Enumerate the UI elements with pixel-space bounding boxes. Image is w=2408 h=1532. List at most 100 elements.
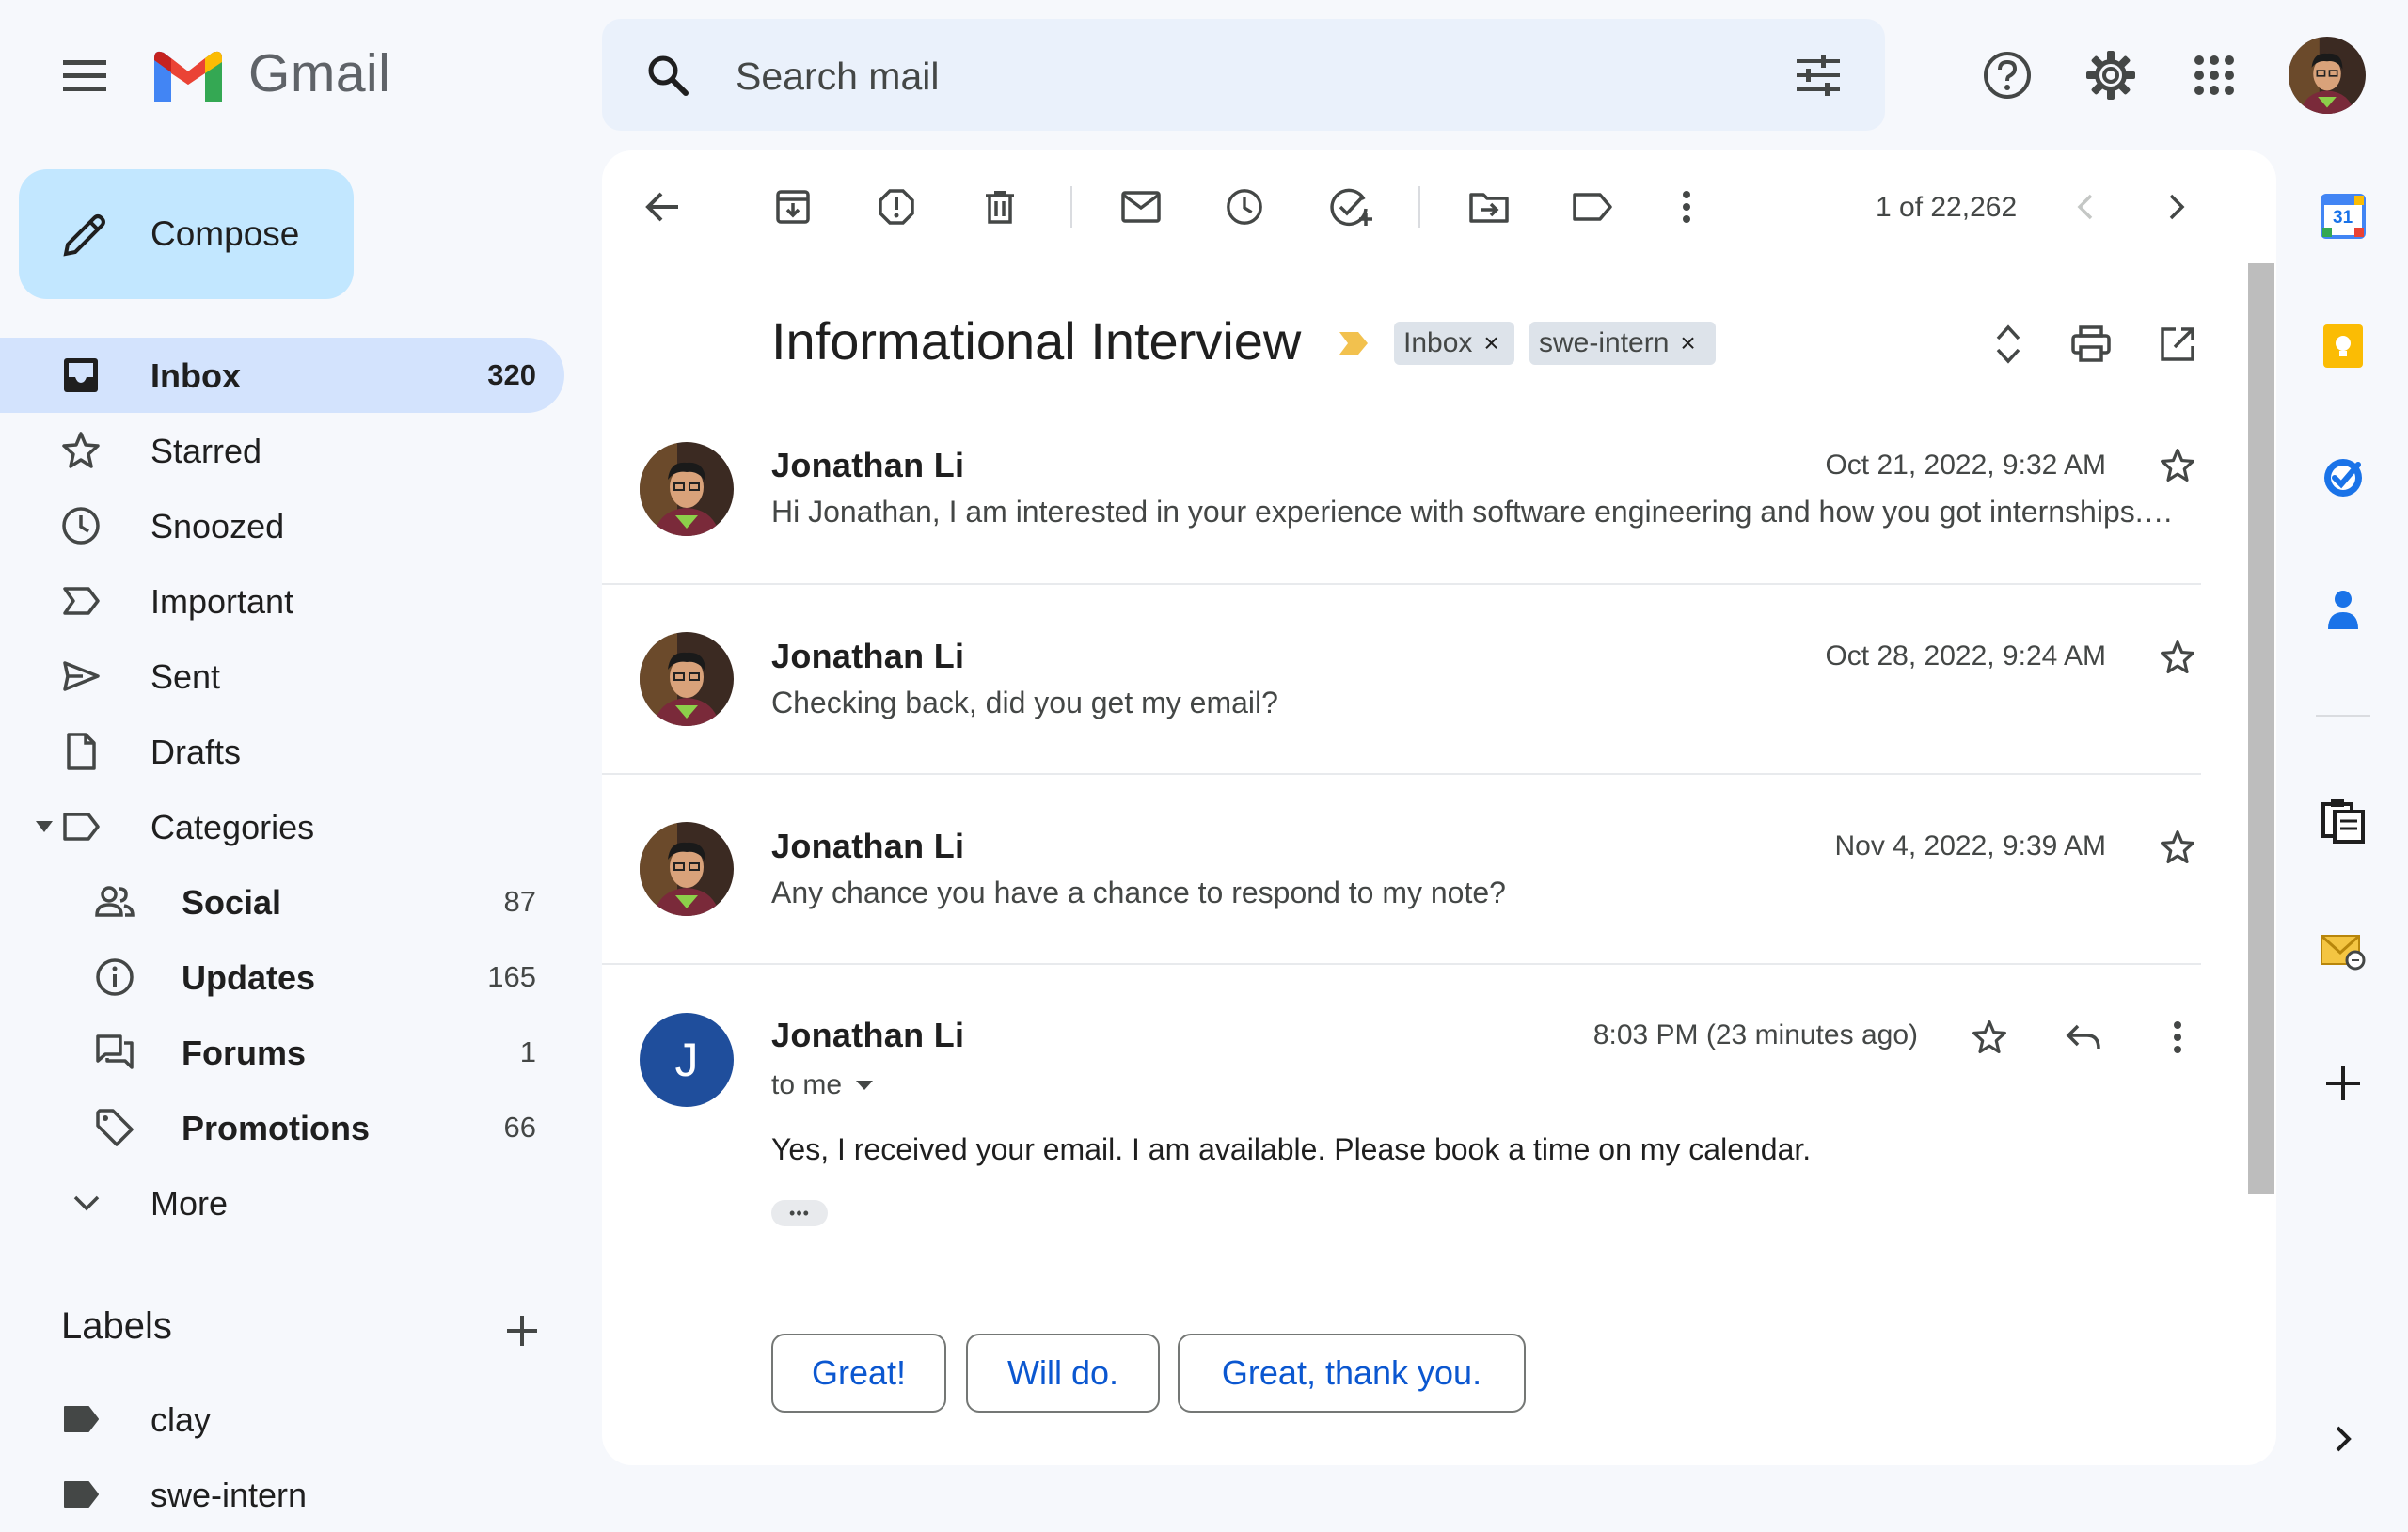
sidebar-item-more[interactable]: More xyxy=(0,1165,564,1240)
sidebar-label-clay[interactable]: clay xyxy=(0,1382,564,1457)
send-icon xyxy=(63,661,100,691)
account-avatar[interactable] xyxy=(2289,37,2366,114)
tasks-app-button[interactable] xyxy=(2319,453,2368,502)
info-icon xyxy=(96,958,134,996)
sidebar-item-updates[interactable]: Updates 165 xyxy=(0,940,564,1015)
sidebar-item-forums[interactable]: Forums 1 xyxy=(0,1015,564,1090)
sidebar-item-starred[interactable]: Starred xyxy=(0,413,564,488)
sidebar-item-drafts[interactable]: Drafts xyxy=(0,714,564,789)
labels-heading: Labels xyxy=(61,1305,172,1347)
toolbar-divider xyxy=(1418,186,1420,228)
delete-button[interactable] xyxy=(976,179,1023,235)
label-outline-icon xyxy=(63,813,100,841)
expand-all-button[interactable] xyxy=(1985,318,2032,371)
report-icon xyxy=(879,189,914,225)
clock-icon xyxy=(1227,189,1262,225)
add-to-tasks-button[interactable] xyxy=(1324,179,1377,235)
people-icon xyxy=(95,886,135,917)
scrollbar-thumb[interactable] xyxy=(2248,263,2274,1194)
sidebar-item-social[interactable]: Social 87 xyxy=(0,864,564,940)
sidebar-item-categories[interactable]: Categories xyxy=(0,789,564,864)
chevron-down-icon xyxy=(73,1195,100,1211)
collapsed-message[interactable] xyxy=(602,775,2201,963)
profile-photo-icon xyxy=(2289,37,2366,114)
search-input[interactable]: Search mail xyxy=(736,55,939,99)
star-button[interactable] xyxy=(2154,634,2201,681)
smart-reply-button[interactable]: Great! xyxy=(771,1334,946,1413)
clipboard-icon xyxy=(2321,799,2365,844)
help-icon xyxy=(1984,52,2031,99)
mark-unread-button[interactable] xyxy=(1117,179,1164,235)
show-trimmed-content-button[interactable]: ••• xyxy=(771,1200,828,1226)
search-options-button[interactable] xyxy=(1787,47,1849,103)
report-spam-button[interactable] xyxy=(873,179,920,235)
chevron-right-icon xyxy=(2336,1426,2352,1452)
avatar-letter: J xyxy=(674,1034,699,1086)
more-actions-button[interactable] xyxy=(1663,179,1710,235)
recipient-text: to me xyxy=(771,1069,843,1100)
message-snippet: Any chance you have a chance to respond … xyxy=(771,876,1506,909)
category-count: 66 xyxy=(503,1111,536,1144)
archive-button[interactable] xyxy=(769,179,816,235)
app-name: Gmail xyxy=(248,43,391,103)
main-menu-button[interactable] xyxy=(56,52,113,99)
move-to-button[interactable] xyxy=(1465,179,1513,235)
older-button[interactable] xyxy=(2156,183,2197,230)
message-date: 8:03 PM (23 minutes ago) xyxy=(1592,1019,1918,1050)
smart-reply-button[interactable]: Will do. xyxy=(966,1334,1160,1413)
settings-button[interactable] xyxy=(2083,47,2139,103)
reply-button[interactable] xyxy=(2060,1014,2107,1061)
sidebar-item-important[interactable]: Important xyxy=(0,563,564,639)
get-addons-button[interactable] xyxy=(2319,1059,2368,1108)
snooze-button[interactable] xyxy=(1221,179,1268,235)
contacts-app-button[interactable] xyxy=(2319,585,2368,634)
apps-button[interactable] xyxy=(2186,47,2242,103)
star-button[interactable] xyxy=(1966,1014,2013,1061)
newer-button[interactable] xyxy=(2065,183,2106,230)
category-count: 1 xyxy=(519,1035,536,1068)
thread-subject: Informational Interview xyxy=(771,311,1302,371)
collapsed-message[interactable] xyxy=(602,585,2201,773)
star-button[interactable] xyxy=(2154,442,2201,489)
keep-app-button[interactable] xyxy=(2319,322,2368,371)
more-vert-icon xyxy=(1683,191,1690,223)
sidebar-item-label: Snoozed xyxy=(150,507,285,545)
addon-mail-tracker-button[interactable] xyxy=(2319,927,2368,976)
expand-side-panel-button[interactable] xyxy=(2319,1414,2368,1463)
forum-icon xyxy=(96,1034,134,1069)
remove-label-icon[interactable]: × xyxy=(1483,328,1498,358)
message-more-button[interactable] xyxy=(2154,1014,2201,1061)
sidebar-item-label: Updates xyxy=(182,958,316,997)
sidebar-item-promotions[interactable]: Promotions 66 xyxy=(0,1090,564,1165)
sidebar-label-swe-intern[interactable]: swe-intern xyxy=(0,1457,564,1532)
gmail-logo[interactable]: Gmail xyxy=(150,42,395,108)
label-filled-icon xyxy=(64,1481,99,1508)
draft-file-icon xyxy=(67,733,96,770)
create-label-button-target[interactable] xyxy=(499,1307,546,1354)
support-button[interactable] xyxy=(1979,47,2036,103)
recipient-details-toggle[interactable]: to me xyxy=(771,1066,874,1104)
label-chip-swe-intern[interactable]: swe-intern × xyxy=(1529,322,1716,365)
sender-avatar xyxy=(640,822,734,916)
label-chip-inbox[interactable]: Inbox × xyxy=(1394,322,1514,365)
smart-reply-button[interactable]: Great, thank you. xyxy=(1178,1334,1526,1413)
search-button[interactable] xyxy=(640,47,696,103)
print-icon xyxy=(2071,325,2111,362)
back-button[interactable] xyxy=(640,179,687,235)
labels-button[interactable] xyxy=(1569,179,1616,235)
toolbar-divider xyxy=(1070,186,1072,228)
addon-clipboard-button[interactable] xyxy=(2319,796,2368,845)
message-date: Nov 4, 2022, 9:39 AM xyxy=(1834,830,2106,861)
important-marker-icon[interactable] xyxy=(1338,330,1370,356)
sidebar-item-snoozed[interactable]: Snoozed xyxy=(0,488,564,563)
sidebar-item-sent[interactable]: Sent xyxy=(0,639,564,714)
smart-reply-label: Great! xyxy=(811,1353,907,1392)
remove-label-icon[interactable]: × xyxy=(1680,328,1695,358)
calendar-app-button[interactable]: 31 xyxy=(2319,192,2368,241)
pencil-icon xyxy=(63,214,105,257)
sidebar-item-label: Starred xyxy=(150,432,262,470)
print-button[interactable] xyxy=(2067,318,2115,371)
star-button[interactable] xyxy=(2154,824,2201,871)
sidebar-item-inbox[interactable]: Inbox 320 xyxy=(0,338,564,413)
open-in-new-window-button[interactable] xyxy=(2154,318,2201,371)
